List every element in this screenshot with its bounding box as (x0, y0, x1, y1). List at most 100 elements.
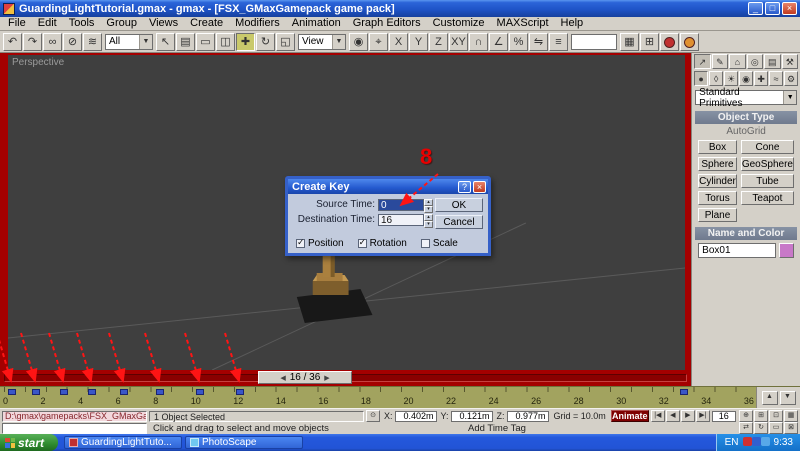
animate-button[interactable]: Animate (610, 410, 649, 422)
arc-rotate-icon[interactable]: ↻ (754, 422, 768, 434)
select-and-scale-icon[interactable]: ◱ (276, 32, 295, 51)
redo-icon[interactable]: ↷ (23, 32, 42, 51)
tab-display[interactable]: ▤ (764, 54, 781, 69)
category-cameras[interactable]: ◉ (739, 71, 754, 86)
play-button[interactable]: ▶ (680, 410, 695, 422)
menu-modifiers[interactable]: Modifiers (229, 17, 286, 30)
pan-icon[interactable]: ⇄ (739, 422, 753, 434)
angle-snap-icon[interactable]: ∠ (489, 32, 508, 51)
menu-file[interactable]: File (2, 17, 32, 30)
keyframe-marker[interactable] (120, 389, 128, 395)
align-icon[interactable]: ≡ (549, 32, 568, 51)
tab-modify[interactable]: ✎ (711, 54, 729, 69)
window-crossing-icon[interactable]: ◫ (216, 32, 235, 51)
reference-coordinate-dropdown[interactable]: View ▼ (298, 33, 346, 50)
checkbox-scale[interactable]: Scale (420, 238, 458, 249)
select-and-manipulate-icon[interactable]: ⌖ (369, 32, 388, 51)
zoom-all-icon[interactable]: ⊞ (754, 410, 768, 422)
tab-utilities[interactable]: ⚒ (781, 54, 798, 69)
object-type-rollout[interactable]: Object Type (695, 111, 797, 124)
previous-frame-button[interactable]: ◀ (665, 410, 680, 422)
checkbox-position[interactable]: Position (296, 237, 344, 249)
undo-icon[interactable]: ↶ (3, 32, 22, 51)
go-to-start-button[interactable]: |◀ (650, 410, 665, 422)
perspective-viewport[interactable]: Perspective Create Key ? × Source Time: … (8, 55, 686, 370)
select-by-name-icon[interactable]: ▤ (176, 32, 195, 51)
object-type-teapot[interactable]: Teapot (740, 191, 794, 205)
render-icon[interactable] (680, 32, 699, 51)
taskbar-button-gmax[interactable]: GuardingLightTuto... (64, 436, 182, 449)
object-color-swatch[interactable] (779, 243, 794, 258)
primitives-dropdown[interactable]: Standard Primitives ▼ (695, 87, 797, 109)
axis-z-button[interactable]: Z (429, 32, 448, 51)
destination-time-input[interactable]: 16 (378, 213, 424, 226)
track-bar[interactable]: 0 2 4 6 8 10 12 14 16 18 20 22 24 26 28 30 32 34 36 ▲ ▼ (0, 386, 800, 409)
tab-hierarchy[interactable]: ⌂ (729, 54, 746, 69)
category-shapes[interactable]: ◊ (709, 71, 724, 86)
object-type-box[interactable]: Box (698, 140, 737, 154)
menu-tools[interactable]: Tools (63, 17, 101, 30)
autogrid-toggle[interactable]: AutoGrid (692, 126, 800, 138)
taskbar-button-photoscape[interactable]: PhotoScape (185, 436, 303, 449)
menu-help[interactable]: Help (555, 17, 590, 30)
mirror-icon[interactable]: ⇋ (529, 32, 548, 51)
frame-spinner-down[interactable]: ▼ (779, 391, 796, 405)
bind-to-space-warp-icon[interactable]: ≋ (83, 32, 102, 51)
language-indicator[interactable]: EN (725, 437, 739, 448)
name-color-rollout[interactable]: Name and Color (695, 227, 797, 240)
schematic-view-icon[interactable]: ⊞ (640, 32, 659, 51)
selection-lock-button[interactable]: ⊙ (366, 410, 380, 422)
select-object-icon[interactable]: ↖ (156, 32, 175, 51)
chevron-down-icon[interactable]: ▼ (783, 91, 796, 104)
tab-motion[interactable]: ◎ (746, 54, 764, 69)
category-lights[interactable]: ☀ (724, 71, 739, 86)
object-type-torus[interactable]: Torus (698, 191, 737, 205)
object-type-cylinder[interactable]: Cylinder (698, 174, 737, 188)
title-bar[interactable]: GuardingLightTutorial.gmax - gmax - [FSX… (0, 0, 800, 17)
add-time-tag[interactable]: Add Time Tag (468, 423, 526, 434)
zoom-icon[interactable]: ⊕ (739, 410, 753, 422)
ok-button[interactable]: OK (435, 198, 483, 212)
object-type-geosphere[interactable]: GeoSphere (740, 157, 794, 171)
checkbox-rotation[interactable]: Rotation (357, 237, 407, 249)
category-geometry[interactable]: ● (694, 71, 709, 86)
menu-create[interactable]: Create (184, 17, 229, 30)
menu-animation[interactable]: Animation (286, 17, 347, 30)
start-button[interactable]: start (0, 434, 58, 451)
cancel-button[interactable]: Cancel (435, 215, 483, 229)
keyframe-marker[interactable] (156, 389, 164, 395)
menu-maxscript[interactable]: MAXScript (491, 17, 555, 30)
maxscript-listener[interactable]: D:\gmax\gamepacks\FSX_GMaxGamepack\* (2, 410, 147, 422)
axis-xy-button[interactable]: XY (449, 32, 468, 51)
object-type-cone[interactable]: Cone (740, 140, 794, 154)
snap-toggle-icon[interactable]: ∩ (469, 32, 488, 51)
object-type-sphere[interactable]: Sphere (698, 157, 737, 171)
destination-time-spinner[interactable] (424, 213, 433, 228)
menu-graph-editors[interactable]: Graph Editors (347, 17, 427, 30)
rectangular-selection-icon[interactable]: ▭ (196, 32, 215, 51)
keyframe-marker[interactable] (32, 389, 40, 395)
menu-views[interactable]: Views (143, 17, 184, 30)
network-tray-icon[interactable] (751, 436, 761, 446)
selection-filter-dropdown[interactable]: All ▼ (105, 33, 153, 50)
y-coordinate-field[interactable]: 0.121m (450, 410, 493, 422)
category-systems[interactable]: ⚙ (784, 71, 799, 86)
keyframe-marker[interactable] (236, 389, 244, 395)
time-slider-track[interactable]: ◀ 16 / 36 ▶ (0, 370, 692, 386)
zoom-region-icon[interactable]: ▦ (784, 410, 798, 422)
material-editor-icon[interactable] (660, 32, 679, 51)
keyframe-marker[interactable] (8, 389, 16, 395)
dialog-title-bar[interactable]: Create Key ? × (288, 179, 488, 194)
object-name-field[interactable]: Box01 (698, 243, 776, 258)
antivirus-tray-icon[interactable] (742, 436, 752, 446)
go-to-end-button[interactable]: ▶| (695, 410, 710, 422)
category-helpers[interactable]: ✚ (754, 71, 769, 86)
percent-snap-icon[interactable]: % (509, 32, 528, 51)
menu-customize[interactable]: Customize (427, 17, 491, 30)
keyframe-marker[interactable] (680, 389, 688, 395)
use-pivot-center-icon[interactable]: ◉ (349, 32, 368, 51)
keyframe-marker[interactable] (196, 389, 204, 395)
zoom-extents-icon[interactable]: ⊡ (769, 410, 783, 422)
named-selection-field[interactable] (571, 33, 617, 50)
minimize-button[interactable]: _ (748, 2, 763, 15)
